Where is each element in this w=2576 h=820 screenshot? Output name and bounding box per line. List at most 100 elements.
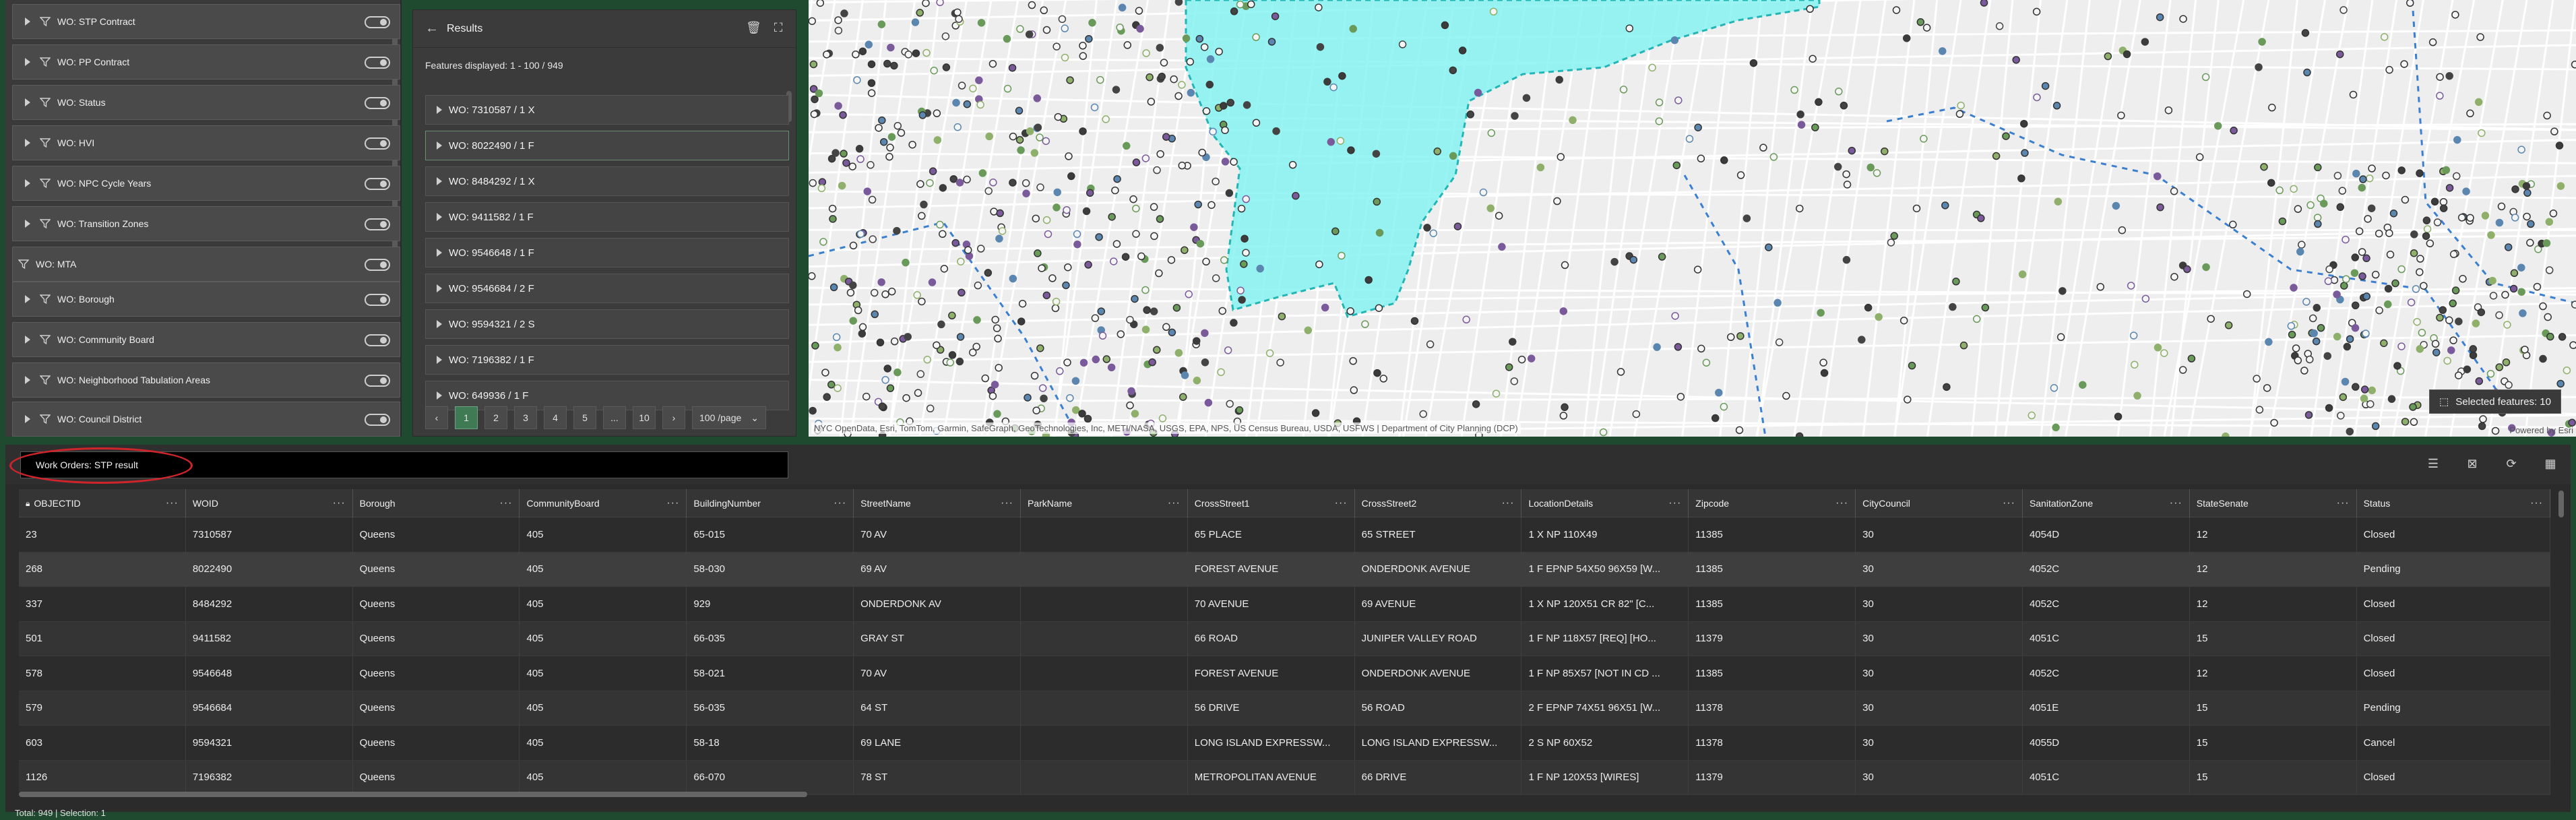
- column-header[interactable]: CrossStreet1 ···: [1188, 489, 1355, 517]
- table-cell[interactable]: 65 PLACE: [1188, 517, 1355, 552]
- column-header[interactable]: CityCouncil ···: [1856, 489, 2023, 517]
- table-cell[interactable]: 56-035: [687, 691, 854, 725]
- table-cell[interactable]: 64 ST: [854, 691, 1021, 725]
- table-cell[interactable]: 1 X NP 120X51 CR 82" [C...: [1521, 587, 1689, 621]
- table-cell[interactable]: 1 F EPNP 54X50 96X59 [W...: [1521, 552, 1689, 586]
- table-cell[interactable]: 66 DRIVE: [1355, 760, 1522, 794]
- table-cell[interactable]: 69 AVENUE: [1355, 587, 1522, 621]
- selected-features-badge[interactable]: ⬚ Selected features: 10: [2429, 389, 2561, 414]
- table-cell[interactable]: 603: [19, 726, 186, 760]
- caret-right-icon[interactable]: [437, 213, 442, 221]
- table-cell[interactable]: 4051C: [2023, 760, 2190, 794]
- layer-visibility-toggle[interactable]: [365, 414, 390, 426]
- table-cell[interactable]: 11379: [1689, 760, 1856, 794]
- table-cell[interactable]: 9594321: [186, 726, 353, 760]
- layer-visibility-toggle[interactable]: [365, 218, 390, 230]
- table-cell[interactable]: 7310587: [186, 517, 353, 552]
- table-cell[interactable]: 15: [2190, 760, 2357, 794]
- table-cell[interactable]: 1126: [19, 760, 186, 794]
- column-menu-icon[interactable]: ···: [1668, 497, 1681, 509]
- table-cell[interactable]: Queens: [353, 691, 520, 725]
- table-row[interactable]: 603 9594321 Queens 405 58-18 69 LANE LONG ISLA…: [19, 726, 2550, 761]
- table-cell[interactable]: Closed: [2357, 517, 2550, 552]
- table-cell[interactable]: [1021, 517, 1188, 552]
- page-button[interactable]: 5: [573, 406, 596, 429]
- column-menu-icon[interactable]: ···: [1001, 497, 1013, 509]
- table-cell[interactable]: 4051C: [2023, 621, 2190, 656]
- prev-page-button[interactable]: ‹: [425, 406, 448, 429]
- table-cell[interactable]: 405: [520, 656, 687, 691]
- table-row[interactable]: 268 8022490 Queens 405 58-030 69 AV FOREST AVE…: [19, 552, 2550, 587]
- column-header[interactable]: Borough ···: [353, 489, 520, 517]
- back-arrow-icon[interactable]: ←: [425, 21, 439, 36]
- column-header[interactable]: StateSenate ···: [2190, 489, 2357, 517]
- column-menu-icon[interactable]: ···: [1501, 497, 1514, 509]
- table-row[interactable]: 578 9546648 Queens 405 58-021 70 AV FOREST AVE…: [19, 656, 2550, 691]
- layer-item[interactable]: WO: HVI: [12, 125, 400, 160]
- column-menu-icon[interactable]: ···: [1168, 497, 1181, 509]
- table-cell[interactable]: FOREST AVENUE: [1188, 656, 1355, 691]
- table-cell[interactable]: 405: [520, 691, 687, 725]
- layer-item[interactable]: WO: Borough: [12, 282, 400, 317]
- table-cell[interactable]: 11379: [1689, 621, 1856, 656]
- table-cell[interactable]: [1021, 656, 1188, 691]
- table-cell[interactable]: 405: [520, 552, 687, 586]
- column-menu-icon[interactable]: ···: [666, 497, 679, 509]
- table-cell[interactable]: Queens: [353, 726, 520, 760]
- table-cell[interactable]: 15: [2190, 691, 2357, 725]
- layer-item[interactable]: WO: Transition Zones: [12, 206, 400, 241]
- result-item[interactable]: WO: 7196382 / 1 F: [425, 345, 789, 375]
- table-cell[interactable]: 4055D: [2023, 726, 2190, 760]
- layer-visibility-toggle[interactable]: [365, 97, 390, 109]
- layer-item[interactable]: WO: Neighborhood Tabulation Areas: [12, 362, 400, 398]
- caret-right-icon[interactable]: [437, 391, 442, 400]
- table-cell[interactable]: 11378: [1689, 726, 1856, 760]
- table-cell[interactable]: 66 ROAD: [1188, 621, 1355, 656]
- table-cell[interactable]: 11385: [1689, 587, 1856, 621]
- result-item[interactable]: WO: 9594321 / 2 S: [425, 309, 789, 339]
- table-cell[interactable]: 9546648: [186, 656, 353, 691]
- table-cell[interactable]: 405: [520, 587, 687, 621]
- table-cell[interactable]: 12: [2190, 587, 2357, 621]
- page-button[interactable]: 4: [544, 406, 567, 429]
- table-cell[interactable]: GRAY ST: [854, 621, 1021, 656]
- table-row[interactable]: 1126 7196382 Queens 405 66-070 78 ST METROPOLI…: [19, 760, 2550, 795]
- trash-icon[interactable]: 🗑: [746, 21, 761, 34]
- table-cell[interactable]: 23: [19, 517, 186, 552]
- table-cell[interactable]: 2 S NP 60X52: [1521, 726, 1689, 760]
- column-header[interactable]: Zipcode ···: [1689, 489, 1856, 517]
- map-view[interactable]: NYC OpenData, Esri, TomTom, Garmin, Safe…: [809, 0, 2576, 437]
- column-menu-icon[interactable]: ···: [1835, 497, 1848, 509]
- table-cell[interactable]: 30: [1856, 726, 2023, 760]
- table-cell[interactable]: 65-015: [687, 517, 854, 552]
- table-cell[interactable]: Closed: [2357, 587, 2550, 621]
- table-cell[interactable]: 2 F EPNP 74X51 96X51 [W...: [1521, 691, 1689, 725]
- table-cell[interactable]: 268: [19, 552, 186, 586]
- table-cell[interactable]: [1021, 726, 1188, 760]
- table-cell[interactable]: Queens: [353, 517, 520, 552]
- table-cell[interactable]: 11385: [1689, 517, 1856, 552]
- table-cell[interactable]: 405: [520, 621, 687, 656]
- table-cell[interactable]: 70 AV: [854, 656, 1021, 691]
- column-header[interactable]: ParkName ···: [1021, 489, 1188, 517]
- table-cell[interactable]: Queens: [353, 656, 520, 691]
- table-cell[interactable]: Pending: [2357, 691, 2550, 725]
- table-cell[interactable]: 9546684: [186, 691, 353, 725]
- table-cell[interactable]: 8484292: [186, 587, 353, 621]
- layer-item[interactable]: WO: Community Board: [12, 322, 400, 357]
- table-cell[interactable]: 30: [1856, 691, 2023, 725]
- caret-right-icon[interactable]: [25, 139, 30, 147]
- table-cell[interactable]: 12: [2190, 517, 2357, 552]
- result-item[interactable]: WO: 8484292 / 1 X: [425, 166, 789, 196]
- table-cell[interactable]: 30: [1856, 760, 2023, 794]
- table-cell[interactable]: 56 DRIVE: [1188, 691, 1355, 725]
- table-cell[interactable]: 11385: [1689, 552, 1856, 586]
- caret-right-icon[interactable]: [437, 177, 442, 185]
- table-cell[interactable]: [1021, 760, 1188, 794]
- table-cell[interactable]: LONG ISLAND EXPRESSW...: [1188, 726, 1355, 760]
- table-cell[interactable]: 11385: [1689, 656, 1856, 691]
- table-cell[interactable]: Closed: [2357, 656, 2550, 691]
- result-item[interactable]: WO: 9546648 / 1 F: [425, 238, 789, 267]
- column-menu-icon[interactable]: ···: [2170, 497, 2182, 509]
- table-cell[interactable]: 405: [520, 760, 687, 794]
